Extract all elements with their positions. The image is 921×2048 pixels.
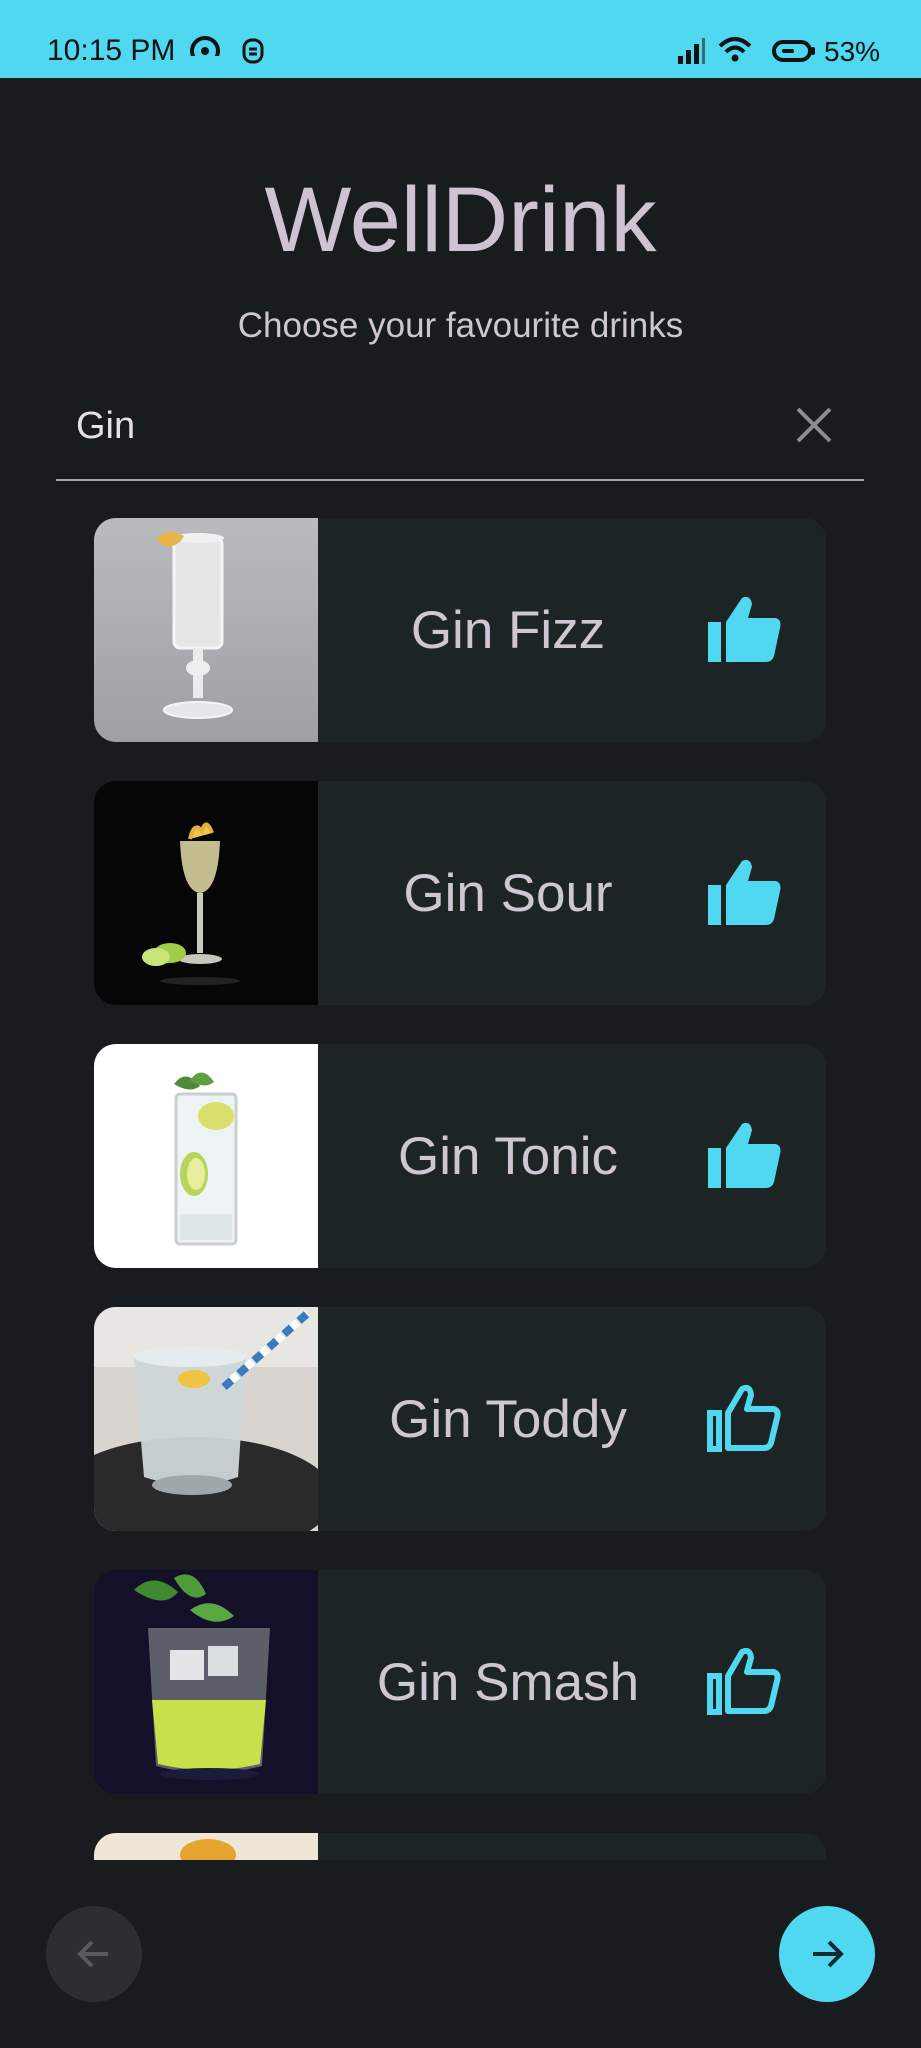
drink-photo-gin-smash bbox=[94, 1570, 318, 1794]
back-button[interactable] bbox=[46, 1906, 142, 2002]
drink-name: Gin Fizz bbox=[410, 600, 606, 660]
status-time: 10:15 PM bbox=[47, 34, 176, 67]
drink-photo-gin-sour bbox=[94, 781, 318, 1005]
thumb-up-filled-icon[interactable] bbox=[706, 590, 784, 668]
next-button[interactable] bbox=[779, 1906, 875, 2002]
drink-photo-partial bbox=[94, 1833, 318, 1860]
drink-name: Gin Sour bbox=[403, 863, 613, 923]
drink-card[interactable]: Gin Smash bbox=[94, 1570, 826, 1794]
drink-photo-gin-toddy bbox=[94, 1307, 318, 1531]
drink-name bbox=[318, 1833, 698, 1860]
drink-name: Gin Smash bbox=[376, 1652, 640, 1712]
thumb-up-outline-icon[interactable] bbox=[706, 1379, 784, 1457]
search-field[interactable] bbox=[56, 385, 864, 481]
drink-list[interactable]: Gin Fizz Gin Sour Gin Tonic Gin Toddy Gi… bbox=[0, 518, 921, 1860]
drink-card[interactable]: Gin Toddy bbox=[94, 1307, 826, 1531]
wifi-icon bbox=[718, 34, 752, 68]
drink-photo-gin-fizz bbox=[94, 518, 318, 742]
close-icon[interactable] bbox=[790, 401, 838, 449]
arrow-right-icon bbox=[813, 1940, 844, 1968]
thumb-up-outline-icon[interactable] bbox=[706, 1642, 784, 1720]
thumb-up-filled-icon[interactable] bbox=[706, 853, 784, 931]
drink-name: Gin Tonic bbox=[398, 1126, 618, 1186]
app-screen: 10:15 PM 53% WellDrink Choose your favou… bbox=[0, 0, 921, 2048]
drink-card[interactable] bbox=[94, 1833, 826, 1860]
alarm-icon bbox=[236, 34, 270, 68]
arrow-left-icon bbox=[77, 1940, 108, 1968]
drink-photo-gin-tonic bbox=[94, 1044, 318, 1268]
app-title: WellDrink bbox=[264, 169, 657, 271]
battery-icon bbox=[772, 34, 816, 68]
signal-icon bbox=[674, 34, 708, 68]
drink-name: Gin Toddy bbox=[389, 1389, 627, 1449]
drink-card[interactable]: Gin Tonic bbox=[94, 1044, 826, 1268]
thumb-up-filled-icon[interactable] bbox=[706, 1116, 784, 1194]
hotspot-icon bbox=[188, 34, 222, 68]
drink-card[interactable]: Gin Fizz bbox=[94, 518, 826, 742]
status-bar: 10:15 PM 53% bbox=[0, 0, 921, 78]
drink-card[interactable]: Gin Sour bbox=[94, 781, 826, 1005]
battery-percentage: 53% bbox=[824, 36, 881, 67]
app-subtitle: Choose your favourite drinks bbox=[237, 306, 684, 345]
search-input[interactable] bbox=[76, 399, 756, 453]
